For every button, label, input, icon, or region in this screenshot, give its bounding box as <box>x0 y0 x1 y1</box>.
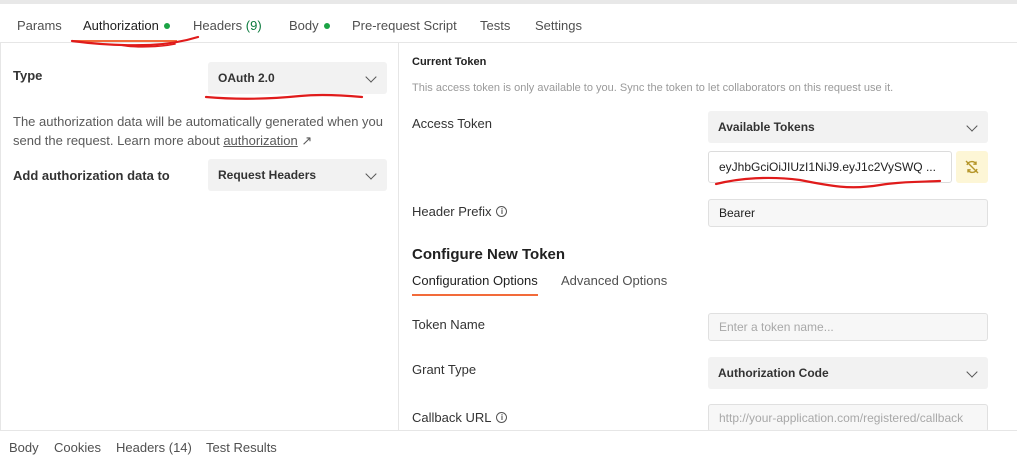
sync-token-icon <box>965 160 979 174</box>
token-name-input[interactable]: Enter a token name... <box>708 313 988 341</box>
tab-body[interactable]: Body <box>289 18 330 33</box>
tab-label: Tests <box>480 18 511 33</box>
panel-divider <box>398 43 399 430</box>
available-tokens-value: Available Tokens <box>718 120 815 134</box>
tab-label: Body <box>289 18 319 33</box>
tab-configuration-options[interactable]: Configuration Options <box>412 273 538 288</box>
access-token-value: eyJhbGciOiJIUzI1NiJ9.eyJ1c2VySWQ ... <box>719 160 936 174</box>
panel-border <box>0 43 1 430</box>
modified-dot <box>163 22 170 29</box>
red-annotation-marks <box>70 35 942 189</box>
tab-settings[interactable]: Settings <box>535 18 582 33</box>
add-auth-to-select[interactable]: Request Headers <box>208 159 387 191</box>
tab-label: Settings <box>535 18 582 33</box>
header-prefix-label: Header Prefix i <box>412 204 508 219</box>
tab-tests[interactable]: Tests <box>480 18 510 33</box>
header-prefix-input[interactable]: Bearer <box>708 199 988 227</box>
grant-type-value: Authorization Code <box>718 366 829 380</box>
active-subtab-indicator <box>412 294 538 296</box>
tab-cookies[interactable]: Cookies <box>54 440 101 455</box>
auth-description: The authorization data will be automatic… <box>13 112 388 150</box>
modified-dot <box>323 22 330 29</box>
auth-type-select[interactable]: OAuth 2.0 <box>208 62 387 94</box>
callback-url-input[interactable]: http://your-application.com/registered/c… <box>708 404 988 432</box>
token-name-placeholder: Enter a token name... <box>719 320 834 334</box>
header-prefix-text: Header Prefix <box>412 204 492 219</box>
callback-url-label: Callback URL i <box>412 410 508 425</box>
access-token-field[interactable]: eyJhbGciOiJIUzI1NiJ9.eyJ1c2VySWQ ... <box>708 151 952 183</box>
callback-url-text: Callback URL <box>412 410 492 425</box>
add-auth-to-value: Request Headers <box>218 168 317 182</box>
description-text: The authorization data will be automatic… <box>13 114 384 148</box>
tab-test-results[interactable]: Test Results <box>206 440 277 455</box>
tab-pre-request-script[interactable]: Pre-request Script <box>352 18 457 33</box>
authorization-link[interactable]: authorization <box>223 133 297 148</box>
request-tabs: Params Authorization Headers (9) Body Pr… <box>0 8 1017 43</box>
token-name-label: Token Name <box>412 317 485 332</box>
current-token-note: This access token is only available to y… <box>412 82 894 94</box>
chevron-down-icon <box>966 120 978 132</box>
tab-response-headers[interactable]: Headers (14) <box>116 440 192 455</box>
header-prefix-value: Bearer <box>719 206 756 220</box>
tab-label: Params <box>17 18 62 33</box>
tab-count: (9) <box>245 18 262 33</box>
tab-headers[interactable]: Headers (9) <box>193 18 262 33</box>
auth-type-value: OAuth 2.0 <box>218 71 275 85</box>
tab-response-body[interactable]: Body <box>9 440 39 455</box>
external-link-icon: ↗ <box>301 133 313 148</box>
info-icon[interactable]: i <box>496 412 508 424</box>
top-edge <box>0 0 1017 4</box>
sync-token-button[interactable] <box>956 151 988 183</box>
tab-advanced-options[interactable]: Advanced Options <box>561 273 667 288</box>
tab-authorization[interactable]: Authorization <box>83 18 170 33</box>
current-token-title: Current Token <box>412 56 487 68</box>
tab-label: Pre-request Script <box>352 18 457 33</box>
tab-label: Headers <box>193 18 243 33</box>
type-label: Type <box>13 68 43 83</box>
chevron-down-icon <box>365 168 377 180</box>
callback-url-placeholder: http://your-application.com/registered/c… <box>719 411 964 425</box>
available-tokens-select[interactable]: Available Tokens <box>708 111 988 143</box>
access-token-label: Access Token <box>412 116 492 131</box>
response-tabs: Body Cookies Headers (14) Test Results <box>0 430 1017 460</box>
grant-type-label: Grant Type <box>412 362 477 377</box>
configure-new-token-title: Configure New Token <box>412 246 566 263</box>
chevron-down-icon <box>365 71 377 83</box>
tab-label: Authorization <box>83 18 159 33</box>
active-tab-indicator <box>73 40 177 42</box>
info-icon[interactable]: i <box>496 206 508 218</box>
tab-params[interactable]: Params <box>17 18 62 33</box>
grant-type-select[interactable]: Authorization Code <box>708 357 988 389</box>
add-auth-to-label: Add authorization data to <box>13 168 170 183</box>
chevron-down-icon <box>966 366 978 378</box>
